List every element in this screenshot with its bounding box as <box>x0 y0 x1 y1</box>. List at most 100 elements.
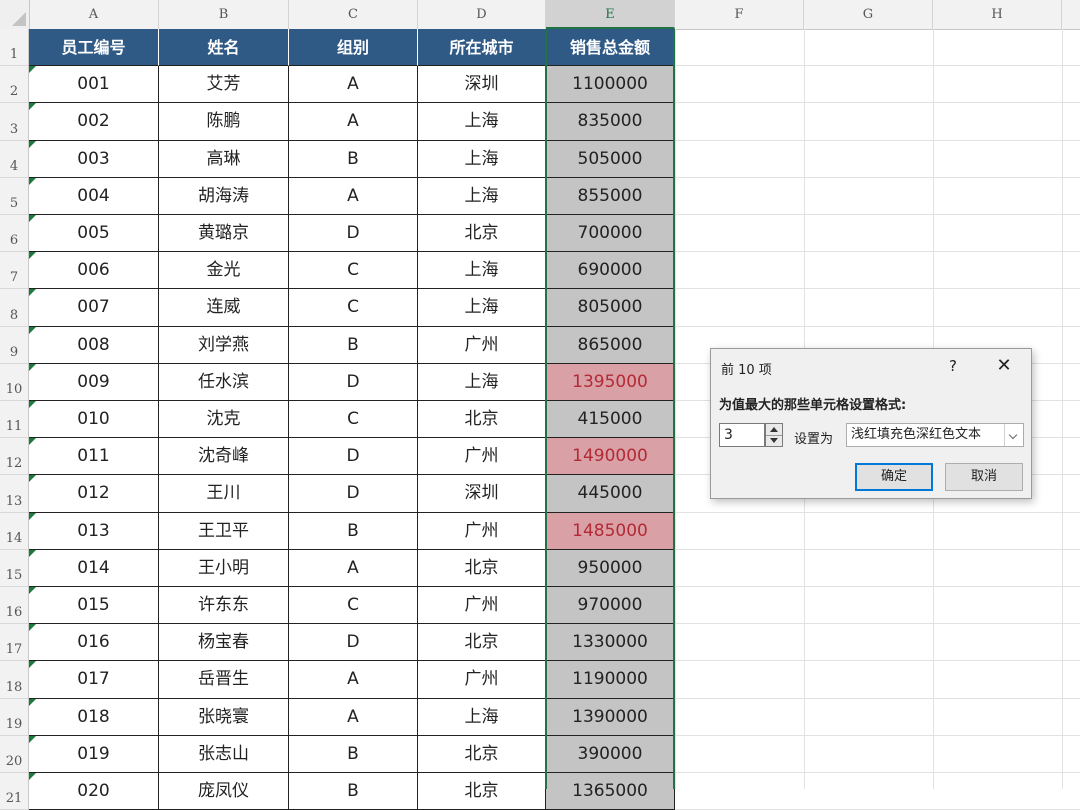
table-cell[interactable]: 018 <box>29 698 159 736</box>
row-header-12[interactable]: 12 <box>0 438 29 476</box>
table-cell[interactable]: 广州 <box>418 326 546 364</box>
table-cell[interactable]: C <box>289 289 418 327</box>
table-cell[interactable]: 北京 <box>418 215 546 253</box>
table-cell[interactable]: 017 <box>29 661 159 699</box>
sales-cell[interactable]: 415000 <box>546 401 675 439</box>
select-all-corner[interactable] <box>0 0 30 29</box>
row-header-11[interactable]: 11 <box>0 401 29 439</box>
header-cell[interactable]: 组别 <box>289 29 418 67</box>
table-cell[interactable]: 张志山 <box>159 735 289 773</box>
table-cell[interactable]: B <box>289 773 418 810</box>
sales-cell[interactable]: 865000 <box>546 326 675 364</box>
sales-cell[interactable]: 805000 <box>546 289 675 327</box>
table-cell[interactable]: 高琳 <box>159 140 289 178</box>
header-cell[interactable]: 销售总金额 <box>546 29 675 67</box>
table-cell[interactable]: 上海 <box>418 289 546 327</box>
table-cell[interactable]: A <box>289 66 418 104</box>
column-header-g[interactable]: G <box>804 0 933 29</box>
sales-cell[interactable]: 690000 <box>546 252 675 290</box>
row-header-20[interactable]: 20 <box>0 735 29 773</box>
table-cell[interactable]: D <box>289 438 418 476</box>
table-cell[interactable]: 任水滨 <box>159 363 289 401</box>
row-header-2[interactable]: 2 <box>0 66 29 104</box>
table-cell[interactable]: 014 <box>29 549 159 587</box>
column-header-f[interactable]: F <box>675 0 804 29</box>
row-header-15[interactable]: 15 <box>0 549 29 587</box>
table-cell[interactable]: 刘学燕 <box>159 326 289 364</box>
table-cell[interactable]: 沈克 <box>159 401 289 439</box>
sales-cell[interactable]: 700000 <box>546 215 675 253</box>
row-header-9[interactable]: 9 <box>0 326 29 364</box>
table-cell[interactable]: 广州 <box>418 512 546 550</box>
table-cell[interactable]: B <box>289 140 418 178</box>
table-cell[interactable]: 连威 <box>159 289 289 327</box>
sales-cell[interactable]: 390000 <box>546 735 675 773</box>
column-header-h[interactable]: H <box>933 0 1062 29</box>
table-cell[interactable]: A <box>289 103 418 141</box>
column-header-a[interactable]: A <box>29 0 159 29</box>
table-cell[interactable]: 上海 <box>418 252 546 290</box>
table-cell[interactable]: 深圳 <box>418 475 546 513</box>
sales-cell[interactable]: 1390000 <box>546 698 675 736</box>
table-cell[interactable]: 002 <box>29 103 159 141</box>
sales-cell[interactable]: 970000 <box>546 587 675 625</box>
table-cell[interactable]: 上海 <box>418 698 546 736</box>
table-cell[interactable]: 广州 <box>418 661 546 699</box>
table-cell[interactable]: 岳晋生 <box>159 661 289 699</box>
sales-cell[interactable]: 1365000 <box>546 773 675 810</box>
column-header-e[interactable]: E <box>546 0 675 29</box>
table-cell[interactable]: B <box>289 512 418 550</box>
table-cell[interactable]: 深圳 <box>418 66 546 104</box>
row-header-3[interactable]: 3 <box>0 103 29 141</box>
table-cell[interactable]: 北京 <box>418 624 546 662</box>
table-cell[interactable]: 012 <box>29 475 159 513</box>
table-cell[interactable]: A <box>289 698 418 736</box>
table-cell[interactable]: 007 <box>29 289 159 327</box>
table-cell[interactable]: 010 <box>29 401 159 439</box>
column-header-d[interactable]: D <box>418 0 546 29</box>
format-select[interactable]: 浅红填充色深红色文本 <box>846 423 1024 447</box>
table-cell[interactable]: 011 <box>29 438 159 476</box>
table-cell[interactable]: 001 <box>29 66 159 104</box>
help-icon[interactable]: ? <box>943 355 963 377</box>
table-cell[interactable]: 015 <box>29 587 159 625</box>
row-header-18[interactable]: 18 <box>0 661 29 699</box>
table-cell[interactable]: 北京 <box>418 735 546 773</box>
table-cell[interactable]: B <box>289 735 418 773</box>
table-cell[interactable]: 黄璐京 <box>159 215 289 253</box>
row-header-4[interactable]: 4 <box>0 140 29 178</box>
header-cell[interactable]: 员工编号 <box>29 29 159 67</box>
table-cell[interactable]: 北京 <box>418 401 546 439</box>
sales-cell[interactable]: 1100000 <box>546 66 675 104</box>
table-cell[interactable]: 006 <box>29 252 159 290</box>
row-header-14[interactable]: 14 <box>0 512 29 550</box>
column-header-c[interactable]: C <box>289 0 418 29</box>
table-cell[interactable]: C <box>289 401 418 439</box>
row-header-19[interactable]: 19 <box>0 698 29 736</box>
close-icon[interactable]: ✕ <box>993 355 1015 377</box>
table-cell[interactable]: 北京 <box>418 549 546 587</box>
table-cell[interactable]: 008 <box>29 326 159 364</box>
table-cell[interactable]: 005 <box>29 215 159 253</box>
table-cell[interactable]: C <box>289 252 418 290</box>
row-header-16[interactable]: 16 <box>0 587 29 625</box>
table-cell[interactable]: C <box>289 587 418 625</box>
ok-button[interactable]: 确定 <box>855 463 933 491</box>
column-header-b[interactable]: B <box>159 0 289 29</box>
row-header-17[interactable]: 17 <box>0 624 29 662</box>
sales-cell[interactable]: 950000 <box>546 549 675 587</box>
row-header-21[interactable]: 21 <box>0 773 29 810</box>
table-cell[interactable]: B <box>289 326 418 364</box>
sales-cell[interactable]: 1190000 <box>546 661 675 699</box>
table-cell[interactable]: 009 <box>29 363 159 401</box>
sales-cell[interactable]: 1330000 <box>546 624 675 662</box>
table-cell[interactable]: 许东东 <box>159 587 289 625</box>
cancel-button[interactable]: 取消 <box>945 463 1023 491</box>
table-cell[interactable]: D <box>289 624 418 662</box>
sales-cell[interactable]: 855000 <box>546 177 675 215</box>
row-header-10[interactable]: 10 <box>0 363 29 401</box>
sales-cell[interactable]: 445000 <box>546 475 675 513</box>
sales-cell-highlighted[interactable]: 1395000 <box>546 363 675 401</box>
row-header-5[interactable]: 5 <box>0 177 29 215</box>
table-cell[interactable]: 003 <box>29 140 159 178</box>
